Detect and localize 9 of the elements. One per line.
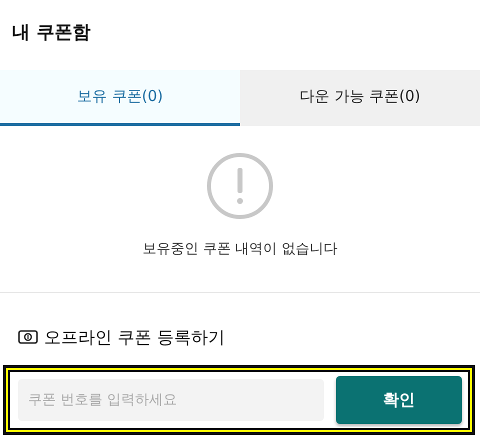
section-title: 오프라인 쿠폰 등록하기: [44, 326, 225, 348]
page-title: 내 쿠폰함: [11, 21, 92, 45]
tab[interactable]: 다운 가능 쿠폰(0): [240, 70, 480, 126]
exclamation-icon: [206, 152, 274, 220]
banknote-icon: [18, 330, 38, 344]
empty-message: 보유중인 쿠폰 내역이 없습니다: [142, 240, 338, 258]
tab[interactable]: 보유 쿠폰(0): [0, 70, 240, 126]
coupon-input-field[interactable]: 쿠폰 번호를 입력하세요: [18, 379, 324, 421]
confirm-button[interactable]: 확인: [336, 376, 462, 424]
